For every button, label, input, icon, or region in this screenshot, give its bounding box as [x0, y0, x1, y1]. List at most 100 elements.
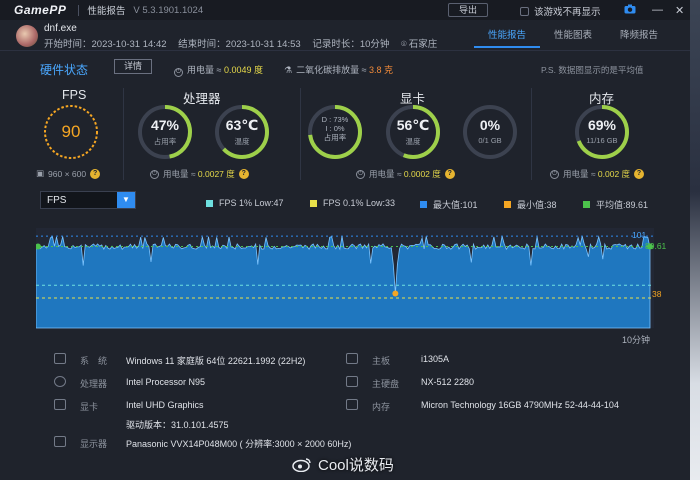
motherboard-icon	[346, 353, 358, 364]
window-title: 性能报告	[87, 6, 126, 17]
gpu-d-usage: D : 73%	[321, 115, 349, 124]
header-divider	[0, 50, 690, 51]
memory-usage-value: 69%	[587, 117, 617, 133]
legend-label: 最小值:38	[517, 200, 557, 210]
legend-label: 最大值:101	[433, 200, 478, 210]
help-icon[interactable]: ?	[634, 169, 645, 179]
memory-power: ⏻ 用电量 ≈ 0.002 度?	[550, 168, 645, 180]
legend-max: 最大值:101	[420, 198, 478, 211]
sys-monitor-key: 显示器	[80, 439, 108, 449]
section-divider	[123, 88, 124, 180]
plug-icon: ⏻	[174, 68, 183, 77]
resolution-info: ▣ 960 × 600?	[36, 168, 101, 179]
fps-gauge: 90	[42, 103, 100, 161]
weibo-icon	[292, 458, 311, 472]
camera-icon[interactable]	[624, 4, 636, 17]
sys-os-key: 系 统	[80, 356, 108, 366]
cpu-temp-gauge: 63℃ 温度	[213, 103, 271, 161]
sys-motherboard-key: 主板	[372, 356, 391, 366]
legend-min: 最小值:38	[504, 198, 557, 211]
gpu-power-value: 0.0002 度	[403, 169, 441, 179]
end-time: 结束时间：2023-10-31 14:53	[178, 39, 301, 50]
carbon-value: 3.8 克	[369, 65, 394, 75]
title-separator	[78, 4, 80, 16]
sys-driver-value: 驱动版本：31.0.101.4575	[126, 420, 229, 430]
gpu-usage-gauge: D : 73% I : 0% 占用率	[306, 103, 364, 161]
help-icon[interactable]: ?	[90, 168, 101, 179]
gpu-icon	[54, 399, 66, 410]
gpu-temp-value: 56℃	[396, 117, 430, 133]
carbon-prefix: 二氧化碳排放量 ≈	[296, 65, 367, 75]
legend-swatch	[583, 201, 590, 208]
tab-performance-chart[interactable]: 性能图表	[540, 27, 606, 48]
sys-cpu-key: 处理器	[80, 379, 108, 389]
metric-select[interactable]: FPS ▼	[40, 191, 136, 209]
gpu-power: ⏻ 用电量 ≈ 0.0002 度?	[356, 168, 455, 180]
memory-power-prefix: 用电量 ≈	[563, 169, 596, 179]
carbon-emission: ⚗ 二氧化碳排放量 ≈ 3.8 克	[284, 63, 393, 76]
monitor-icon	[54, 436, 66, 447]
dont-show-label: 该游戏不再显示	[534, 7, 601, 18]
flask-icon: ⚗	[284, 65, 293, 75]
gpu-engine-lines: D : 73% I : 0% 占用率	[306, 115, 364, 142]
sys-os-value: Windows 11 家庭版 64位 22621.1992 (22H2)	[126, 356, 306, 366]
legend-swatch	[206, 199, 213, 207]
process-name: dnf.exe	[44, 23, 77, 34]
sys-memory-value: Micron Technology 16GB 4790MHz 52-44-44-…	[421, 400, 619, 410]
app-version: V 5.3.1901.1024	[133, 4, 204, 16]
gpu-vram-value: 0%	[479, 117, 501, 133]
legend-label: FPS 0.1% Low:33	[323, 198, 396, 208]
cpu-power-prefix: 用电量 ≈	[163, 169, 196, 179]
start-time: 开始时间：2023-10-31 14:42	[44, 39, 167, 50]
dont-show-checkbox[interactable]: 该游戏不再显示	[520, 4, 601, 18]
gpu-temp-gauge: 56℃ 温度	[384, 103, 442, 161]
location-pin-icon: ⌾	[401, 39, 407, 50]
legend-label: FPS 1% Low:47	[219, 198, 284, 208]
power-prefix: 用电量 ≈	[187, 65, 222, 75]
help-icon[interactable]: ?	[238, 169, 249, 179]
sys-motherboard-value: i1305A	[421, 354, 450, 364]
plug-icon: ⏻	[550, 169, 559, 179]
gpu-power-prefix: 用电量 ≈	[369, 169, 402, 179]
disk-icon	[346, 376, 358, 387]
gpu-usage-label: 占用率	[323, 133, 347, 142]
average-note: P.S. 数据图显示的是平均值	[541, 65, 644, 75]
legend-swatch	[310, 199, 317, 207]
tab-throttle-report[interactable]: 降频报告	[606, 27, 672, 48]
cpu-usage-value: 47%	[150, 117, 180, 133]
tick-min: 38	[652, 289, 662, 299]
help-icon[interactable]: ?	[444, 169, 455, 179]
fps-title: FPS	[62, 88, 87, 102]
tab-performance-report[interactable]: 性能报告	[474, 27, 540, 48]
fps-value: 90	[61, 122, 81, 141]
checkbox-box[interactable]	[520, 6, 529, 16]
memory-icon	[346, 399, 358, 410]
export-button[interactable]: 导出	[448, 3, 488, 17]
location: 石家庄	[408, 39, 438, 50]
sys-memory-key: 内存	[372, 402, 391, 412]
gpu-vram-label: 0/1 GB	[478, 136, 502, 145]
fps-chart	[36, 235, 654, 329]
minimize-icon[interactable]: —	[652, 4, 663, 16]
close-icon[interactable]: ✕	[675, 4, 684, 17]
detail-button[interactable]: 详情	[114, 59, 152, 74]
total-power: ⏻ 用电量 ≈ 0.0049 度	[174, 63, 263, 77]
sys-monitor-value: Panasonic VVX14P048M00 ( 分辨率:3000 × 2000…	[126, 439, 352, 449]
sys-gpu-value: Intel UHD Graphics	[126, 400, 204, 410]
sys-gpu-key: 显卡	[80, 402, 99, 412]
section-divider	[531, 88, 532, 180]
cpu-temp-label: 温度	[234, 137, 250, 146]
chevron-down-icon[interactable]: ▼	[117, 192, 135, 208]
legend-swatch	[420, 201, 427, 208]
memory-usage-label: 11/16 GB	[586, 136, 618, 145]
memory-usage-gauge: 69% 11/16 GB	[573, 103, 631, 161]
game-avatar	[16, 25, 38, 47]
legend-fps-1-low: FPS 1% Low:47	[206, 198, 284, 208]
sys-cpu-value: Intel Processor N95	[126, 377, 206, 387]
session-times: 开始时间：2023-10-31 14:42 结束时间：2023-10-31 14…	[44, 36, 446, 50]
legend-fps-01-low: FPS 0.1% Low:33	[310, 198, 395, 208]
plug-icon: ⏻	[356, 169, 365, 179]
hardware-status-title: 硬件状态	[40, 63, 89, 77]
windows-icon	[54, 353, 66, 364]
cpu-temp-value: 63℃	[225, 117, 259, 133]
